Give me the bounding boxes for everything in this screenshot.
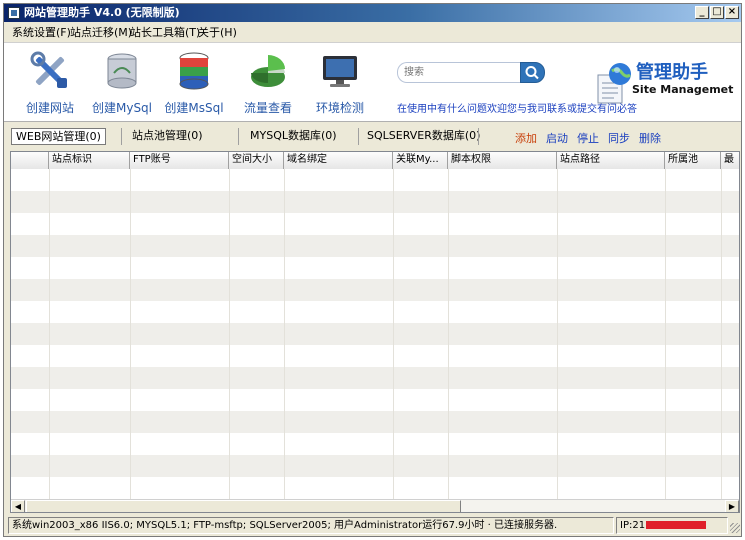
search-icon <box>525 66 539 80</box>
column-header-space-size[interactable]: 空间大小 <box>229 152 284 169</box>
table-row[interactable] <box>11 279 739 301</box>
table-row[interactable] <box>11 301 739 323</box>
column-header-site-id[interactable]: 站点标识 <box>49 152 130 169</box>
sites-grid[interactable]: 站点标识 FTP账号 空间大小 域名绑定 关联My... 脚本权限 站点路径 所… <box>10 151 740 513</box>
column-divider <box>721 169 722 499</box>
table-row[interactable] <box>11 213 739 235</box>
create-website-label: 创建网站 <box>25 101 74 115</box>
column-header-more[interactable]: 最 <box>721 152 739 169</box>
app-icon <box>8 7 20 19</box>
create-mssql-button[interactable]: 创建MsSql <box>158 47 230 119</box>
tab-mysql-databases[interactable]: MYSQL数据库(0) <box>246 128 341 145</box>
table-row[interactable] <box>11 191 739 213</box>
column-header-app-pool[interactable]: 所属池 <box>665 152 721 169</box>
tab-web-sites[interactable]: WEB网站管理(0) <box>11 128 106 145</box>
column-divider <box>229 169 230 499</box>
column-header-ftp-account[interactable]: FTP账号 <box>130 152 229 169</box>
menu-bar: 系统设置(F) 站点迁移(M) 站长工具箱(T) 关于(H) <box>4 23 741 42</box>
table-row[interactable] <box>11 345 739 367</box>
traffic-view-label: 流量查看 <box>243 101 292 115</box>
tab-site-pools[interactable]: 站点池管理(0) <box>128 128 207 145</box>
window-title: 网站管理助手 V4.0 (无限制版) <box>24 6 180 19</box>
environment-check-label: 环境检测 <box>315 101 364 115</box>
table-row[interactable] <box>11 433 739 455</box>
pie-chart-icon <box>251 55 285 87</box>
table-row[interactable] <box>11 235 739 257</box>
app-window: 网站管理助手 V4.0 (无限制版) _ □ × 系统设置(F) 站点迁移(M)… <box>3 3 742 537</box>
brand-logo: 管理助手 Site Managemet <box>596 53 736 113</box>
brand-subtitle: Site Managemet <box>632 83 734 96</box>
tab-separator <box>121 128 122 145</box>
column-header-select[interactable] <box>11 152 49 169</box>
create-website-button[interactable]: 创建网站 <box>14 47 86 119</box>
globe-document-icon <box>597 63 631 104</box>
table-row[interactable] <box>11 455 739 477</box>
grid-body <box>11 169 739 499</box>
column-divider <box>665 169 666 499</box>
menu-about[interactable]: 关于(H) <box>198 25 237 40</box>
menu-system-settings[interactable]: 系统设置(F) <box>12 25 71 40</box>
title-bar: 网站管理助手 V4.0 (无限制版) _ □ × <box>4 4 741 22</box>
traffic-view-button[interactable]: 流量查看 <box>232 47 304 119</box>
column-divider <box>284 169 285 499</box>
tab-row: WEB网站管理(0) 站点池管理(0) MYSQL数据库(0) SQLSERVE… <box>4 123 741 151</box>
redacted-ip <box>646 521 707 529</box>
tab-separator <box>478 128 479 145</box>
column-header-domain-binding[interactable]: 域名绑定 <box>284 152 393 169</box>
column-divider <box>557 169 558 499</box>
monitor-icon <box>323 56 357 87</box>
tab-sqlserver-databases[interactable]: SQLSERVER数据库(0) <box>363 128 484 145</box>
table-row[interactable] <box>11 323 739 345</box>
tools-icon <box>30 51 67 88</box>
search-button[interactable] <box>520 62 545 83</box>
table-row[interactable] <box>11 257 739 279</box>
status-info: 系统win2003_x86 IIS6.0; MYSQL5.1; FTP-msft… <box>8 517 614 534</box>
horizontal-scrollbar[interactable]: ◀ ▶ <box>11 499 739 512</box>
mysql-database-icon <box>107 53 137 89</box>
add-button[interactable]: 添加 <box>515 130 537 146</box>
column-divider <box>393 169 394 499</box>
sync-button[interactable]: 同步 <box>608 130 630 146</box>
close-button[interactable]: × <box>725 6 739 19</box>
create-mysql-button[interactable]: 创建MySql <box>86 47 158 119</box>
search-input[interactable] <box>397 62 523 83</box>
column-header-linked-mysql[interactable]: 关联My... <box>393 152 448 169</box>
table-row[interactable] <box>11 367 739 389</box>
toolbar: 创建网站 创建MySql 创建MsSql 流量查看 环境检测 搜索 在使用中有什… <box>4 42 741 122</box>
column-divider <box>130 169 131 499</box>
column-divider <box>49 169 50 499</box>
environment-check-button[interactable]: 环境检测 <box>304 47 376 119</box>
brand-title: 管理助手 <box>636 62 708 83</box>
create-mssql-label: 创建MsSql <box>164 101 224 115</box>
table-row[interactable] <box>11 169 739 191</box>
status-bar: 系统win2003_x86 IIS6.0; MYSQL5.1; FTP-msft… <box>4 515 741 536</box>
scroll-thumb[interactable] <box>26 500 461 512</box>
tab-separator <box>238 128 239 145</box>
delete-button[interactable]: 删除 <box>639 130 661 146</box>
tab-separator <box>358 128 359 145</box>
column-header-site-path[interactable]: 站点路径 <box>557 152 665 169</box>
maximize-button[interactable]: □ <box>710 6 724 19</box>
status-ip: IP:21 <box>616 517 728 534</box>
start-button[interactable]: 启动 <box>546 130 568 146</box>
column-divider <box>448 169 449 499</box>
scroll-left-arrow[interactable]: ◀ <box>11 500 25 512</box>
grid-header: 站点标识 FTP账号 空间大小 域名绑定 关联My... 脚本权限 站点路径 所… <box>11 152 739 169</box>
resize-grip[interactable] <box>730 523 740 533</box>
table-row[interactable] <box>11 389 739 411</box>
stop-button[interactable]: 停止 <box>577 130 599 146</box>
mssql-database-icon <box>179 52 209 90</box>
table-row[interactable] <box>11 477 739 499</box>
table-row[interactable] <box>11 411 739 433</box>
menu-webmaster-toolbox[interactable]: 站长工具箱(T) <box>130 25 200 40</box>
menu-site-migration[interactable]: 站点迁移(M) <box>70 25 132 40</box>
ip-label: IP:21 <box>620 520 646 531</box>
create-mysql-label: 创建MySql <box>91 101 153 115</box>
scroll-right-arrow[interactable]: ▶ <box>725 500 739 512</box>
minimize-button[interactable]: _ <box>695 6 709 19</box>
column-header-script-permission[interactable]: 脚本权限 <box>448 152 557 169</box>
